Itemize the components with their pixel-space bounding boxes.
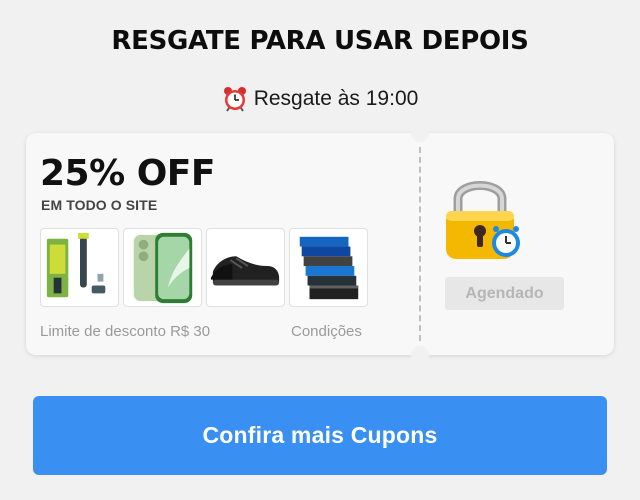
alarm-clock-icon [223, 87, 246, 112]
product-thumbnail[interactable] [40, 228, 119, 307]
ticket-notch-bottom [411, 346, 429, 364]
discount-limit: Limite de desconto R$ 30 [40, 323, 211, 340]
product-thumbnail[interactable] [206, 228, 285, 307]
underwear-pack-product-image [299, 236, 359, 300]
ticket-divider [419, 147, 421, 341]
schedule-info: Resgate às 19:00 [0, 86, 640, 112]
smartphone-product-image [133, 232, 193, 304]
trimmer-product-image [46, 232, 106, 298]
product-thumbnail[interactable] [289, 228, 368, 307]
conditions-link[interactable]: Condições [291, 323, 362, 340]
product-thumbnails [40, 228, 368, 307]
discount-scope: EM TODO O SITE [41, 197, 158, 213]
discount-amount: 25% OFF [40, 153, 216, 194]
scheduled-status-button: Agendado [445, 277, 564, 310]
sneaker-product-image [210, 256, 280, 286]
more-coupons-button[interactable]: Confira mais Cupons [33, 396, 607, 475]
lock-with-clock-icon [446, 181, 520, 259]
page-title: RESGATE PARA USAR DEPOIS [111, 26, 529, 56]
ticket-notch-top [411, 124, 429, 142]
schedule-text: Resgate às 19:00 [253, 87, 419, 110]
product-thumbnail[interactable] [123, 228, 202, 307]
